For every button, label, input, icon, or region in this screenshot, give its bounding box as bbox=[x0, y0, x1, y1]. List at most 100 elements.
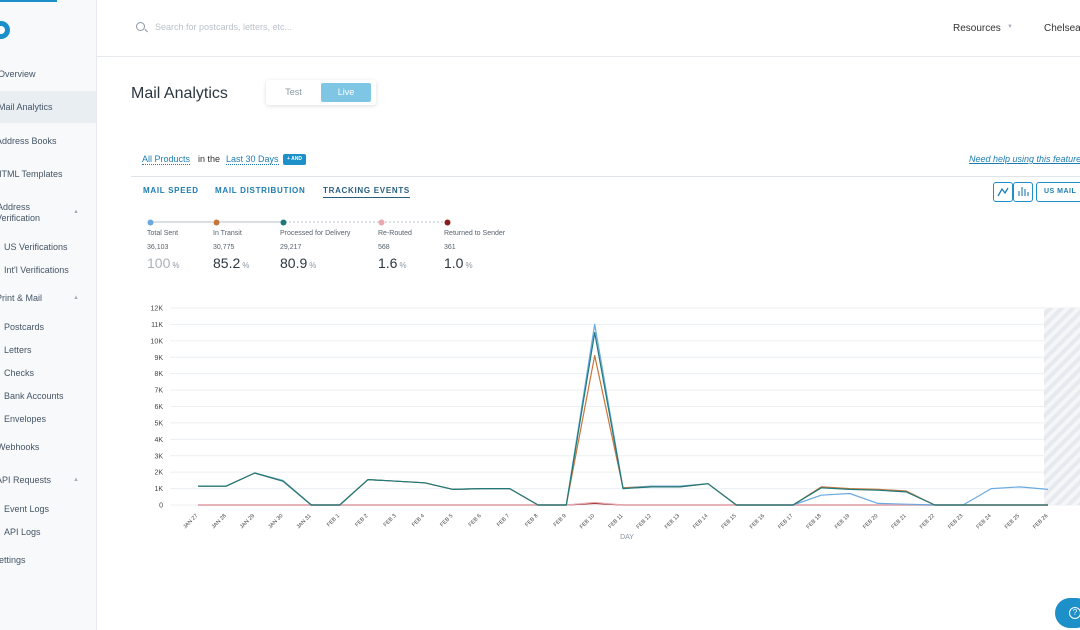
sidebar-item-api-requests[interactable]: API Requests bbox=[0, 475, 51, 485]
sidebar-item-checks[interactable]: Checks bbox=[4, 368, 34, 378]
series-dot bbox=[280, 219, 287, 226]
stat-label: Processed for Delivery bbox=[280, 230, 351, 237]
tab-tracking-events[interactable]: TRACKING EVENTS bbox=[323, 186, 410, 198]
stat-count: 36,103 bbox=[147, 244, 169, 251]
sidebar-item-postcards[interactable]: Postcards bbox=[4, 322, 44, 332]
sidebar-item-api-logs[interactable]: API Logs bbox=[4, 527, 41, 537]
series-dot-icon bbox=[213, 219, 220, 226]
stat-percent-unit: % bbox=[172, 261, 180, 270]
x-tick-label: FEB 10 bbox=[579, 513, 596, 530]
stat-percent-unit: % bbox=[309, 261, 317, 270]
stat-label: Total Sent bbox=[147, 230, 179, 237]
x-tick-label: FEB 22 bbox=[919, 513, 936, 530]
user-menu[interactable]: Chelsea bbox=[1044, 23, 1080, 34]
series-dot-icon bbox=[378, 219, 385, 226]
x-tick-label: FEB 4 bbox=[411, 513, 426, 528]
stat-percent-unit: % bbox=[465, 261, 473, 270]
help-chat-button[interactable]: ? bbox=[1055, 598, 1080, 628]
line-chart-icon bbox=[997, 187, 1009, 197]
sidebar-item-envelopes[interactable]: Envelopes bbox=[4, 414, 46, 424]
sidebar-item-bank-accounts[interactable]: Bank Accounts bbox=[4, 391, 64, 401]
sidebar-item-webhooks[interactable]: Webhooks bbox=[0, 442, 39, 452]
collapse-caret-icon[interactable]: ▲ bbox=[73, 477, 79, 483]
sidebar-item-us-verifications[interactable]: US Verifications bbox=[4, 242, 68, 252]
x-tick-label: FEB 9 bbox=[553, 513, 568, 528]
x-axis-label: DAY bbox=[620, 534, 634, 541]
collapse-caret-icon[interactable]: ▲ bbox=[73, 209, 79, 215]
x-tick-label: FEB 14 bbox=[692, 513, 709, 530]
series-dot-icon bbox=[444, 219, 451, 226]
mode-test-button[interactable]: Test bbox=[266, 83, 321, 102]
sidebar-item-address-verification[interactable]: Address bbox=[0, 202, 30, 212]
x-tick-label: FEB 3 bbox=[383, 513, 398, 528]
logo-icon[interactable] bbox=[0, 21, 10, 39]
y-tick-label: 0 bbox=[159, 503, 163, 510]
stat-percent: 85.2% bbox=[213, 255, 249, 271]
series-dot-icon bbox=[147, 219, 154, 226]
bar-chart-button[interactable] bbox=[1013, 182, 1033, 202]
search-input[interactable] bbox=[155, 22, 455, 32]
stat-percent: 1.6% bbox=[378, 255, 407, 271]
question-icon: ? bbox=[1069, 607, 1080, 619]
y-tick-label: 1K bbox=[154, 486, 163, 493]
x-tick-label: JAN 31 bbox=[296, 513, 313, 530]
stat-label: In Transit bbox=[213, 230, 242, 237]
sidebar-item-letters[interactable]: Letters bbox=[4, 345, 32, 355]
sidebar-item-overview[interactable]: Overview bbox=[0, 69, 36, 79]
stat-percent-value: 80.9 bbox=[280, 255, 308, 271]
y-tick-label: 4K bbox=[154, 437, 163, 444]
sidebar-item-settings[interactable]: Settings bbox=[0, 555, 26, 565]
x-tick-label: FEB 11 bbox=[607, 513, 624, 530]
x-tick-label: FEB 5 bbox=[439, 513, 454, 528]
series-line-in-transit[interactable] bbox=[198, 354, 1048, 506]
tab-mail-distribution[interactable]: MAIL DISTRIBUTION bbox=[215, 186, 305, 195]
series-dot bbox=[213, 219, 220, 226]
add-filter-button[interactable]: + AND bbox=[283, 154, 306, 165]
sidebar-item-address-books[interactable]: Address Books bbox=[0, 136, 57, 146]
filter-connector: in the bbox=[198, 154, 221, 164]
x-tick-label: FEB 1 bbox=[326, 513, 341, 528]
active-app-indicator bbox=[0, 0, 57, 2]
y-tick-label: 12K bbox=[151, 306, 164, 313]
mail-type-dropdown[interactable]: US MAIL bbox=[1036, 182, 1080, 202]
stat-count: 30,775 bbox=[213, 244, 235, 251]
series-dot bbox=[444, 219, 451, 226]
x-tick-label: FEB 12 bbox=[636, 513, 653, 530]
search-icon bbox=[136, 22, 145, 31]
x-tick-label: FEB 26 bbox=[1032, 513, 1049, 530]
x-tick-label: FEB 20 bbox=[862, 513, 879, 530]
stat-percent-value: 1.0 bbox=[444, 255, 464, 271]
x-tick-label: FEB 16 bbox=[749, 513, 766, 530]
mode-live-button[interactable]: Live bbox=[321, 83, 371, 102]
chevron-down-icon[interactable]: ▼ bbox=[1007, 24, 1013, 30]
sidebar: Overview Mail Analytics Address Books HT… bbox=[0, 0, 97, 630]
date-range-label: Last 30 Days bbox=[226, 154, 279, 165]
x-tick-label: FEB 21 bbox=[891, 513, 908, 530]
series-line-total-sent[interactable] bbox=[198, 323, 1049, 506]
sidebar-item-label: Mail Analytics bbox=[0, 102, 53, 112]
sidebar-item-print-mail[interactable]: Print & Mail bbox=[0, 293, 42, 303]
y-tick-label: 7K bbox=[154, 388, 163, 395]
stat-percent: 1.0% bbox=[444, 255, 473, 271]
resources-menu[interactable]: Resources bbox=[953, 23, 1001, 34]
sidebar-item-html-templates[interactable]: HTML Templates bbox=[0, 169, 63, 179]
help-link[interactable]: Need help using this feature? bbox=[969, 154, 1080, 164]
product-filter[interactable]: All Products bbox=[142, 154, 191, 165]
x-tick-label: JAN 27 bbox=[182, 513, 199, 530]
stat-percent-value: 1.6 bbox=[378, 255, 398, 271]
sidebar-item-event-logs[interactable]: Event Logs bbox=[4, 504, 49, 514]
y-tick-label: 8K bbox=[154, 371, 163, 378]
series-line-processed-for-delivery[interactable] bbox=[198, 331, 1048, 506]
sidebar-item-intl-verifications[interactable]: Int'l Verifications bbox=[4, 265, 69, 275]
line-chart-button[interactable] bbox=[993, 182, 1013, 202]
product-filter-label: All Products bbox=[142, 154, 191, 165]
date-range-filter[interactable]: Last 30 Days bbox=[226, 154, 279, 165]
x-tick-label: FEB 8 bbox=[524, 513, 539, 528]
stat-count: 29,217 bbox=[280, 244, 302, 251]
x-tick-label: FEB 2 bbox=[354, 513, 369, 528]
y-tick-label: 5K bbox=[154, 420, 163, 427]
incomplete-period-hatch bbox=[1044, 308, 1080, 505]
collapse-caret-icon[interactable]: ▲ bbox=[73, 295, 79, 301]
sidebar-item-mail-analytics[interactable]: Mail Analytics bbox=[0, 91, 96, 123]
tab-mail-speed[interactable]: MAIL SPEED bbox=[143, 186, 199, 195]
